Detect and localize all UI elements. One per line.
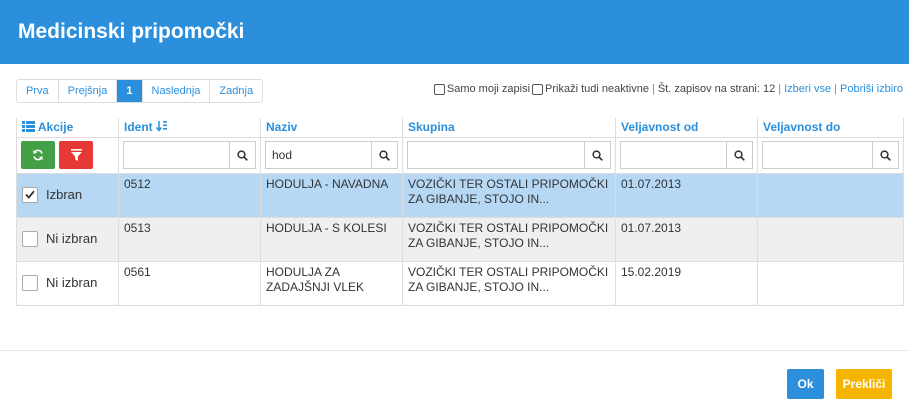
filter-ident-search-button[interactable] — [229, 142, 255, 168]
select-all-link[interactable]: Izberi vse — [784, 83, 831, 95]
pager-first-button[interactable]: Prva — [17, 80, 58, 102]
show-inactive-checkbox[interactable] — [532, 83, 544, 95]
cell-naziv: HODULJA ZA ZADAJŠNJI VLEK — [260, 260, 403, 306]
pager-last-button[interactable]: Zadnja — [209, 80, 262, 102]
sort-ascending-icon — [155, 121, 168, 132]
col-veljavnost-do-header[interactable]: Veljavnost do — [757, 118, 904, 138]
filter-skupina-box — [407, 141, 611, 169]
separator: | — [778, 83, 782, 95]
cell-ident: 0512 — [118, 172, 261, 218]
table-row[interactable]: Ni izbran 0561 HODULJA ZA ZADAJŠNJI VLEK… — [16, 260, 904, 306]
cell-ident: 0513 — [118, 216, 261, 262]
filter-veljavnost-do-cell — [757, 136, 904, 174]
cell-veljavnost-od: 01.07.2013 — [615, 172, 758, 218]
col-actions-label: Akcije — [37, 120, 74, 135]
filter-veljavnost-do-input[interactable] — [763, 142, 872, 168]
filter-actions-cell — [16, 136, 119, 174]
cell-veljavnost-do — [757, 260, 904, 306]
filter-skupina-cell — [402, 136, 616, 174]
row-checkbox[interactable] — [22, 186, 38, 203]
filter-veljavnost-od-search-button[interactable] — [726, 142, 752, 168]
cell-veljavnost-od: 01.07.2013 — [615, 216, 758, 262]
footer-divider — [0, 350, 909, 351]
toolbar: Prva Prejšnja 1 Naslednja Zadnja Samo mo… — [16, 79, 903, 103]
filter-skupina-search-button[interactable] — [584, 142, 610, 168]
only-mine-checkbox[interactable] — [433, 83, 445, 95]
filter-veljavnost-od-input[interactable] — [621, 142, 726, 168]
row-selection-label: Ni izbran — [46, 231, 98, 246]
filter-veljavnost-od-box — [620, 141, 753, 169]
row-select-cell: Izbran — [16, 172, 119, 218]
row-checkbox[interactable] — [22, 274, 38, 291]
cell-skupina: VOZIČKI TER OSTALI PRIPOMOČKI ZA GIBANJE… — [402, 216, 616, 262]
list-options: Samo moji zapisi Prikaži tudi neaktivne … — [433, 83, 903, 95]
only-mine-label: Samo moji zapisi — [446, 83, 531, 95]
filter-veljavnost-do-box — [762, 141, 899, 169]
filter-veljavnost-do-search-button[interactable] — [872, 142, 898, 168]
search-icon — [379, 149, 390, 161]
ok-button[interactable]: Ok — [787, 369, 824, 399]
filter-row — [16, 136, 904, 174]
filter-icon — [70, 149, 82, 161]
row-selection-label: Izbran — [46, 187, 83, 202]
pager-prev-button[interactable]: Prejšnja — [57, 80, 117, 102]
show-inactive-label: Prikaži tudi neaktivne — [545, 83, 649, 95]
table-row[interactable]: Ni izbran 0513 HODULJA - S KOLESI VOZIČK… — [16, 216, 904, 262]
col-actions-header: Akcije — [16, 118, 119, 138]
row-checkbox[interactable] — [22, 230, 38, 247]
cancel-button[interactable]: Prekliči — [836, 369, 892, 399]
per-page-info: Št. zapisov na strani: 12 — [657, 83, 776, 95]
table-header: Akcije Ident Naziv Skupina Veljavnost od… — [16, 118, 904, 138]
separator: | — [651, 83, 655, 95]
filter-veljavnost-od-cell — [615, 136, 758, 174]
cell-veljavnost-od: 15.02.2019 — [615, 260, 758, 306]
search-icon — [592, 149, 603, 161]
clear-selection-link[interactable]: Pobriši izbiro — [840, 83, 903, 95]
row-select-cell: Ni izbran — [16, 216, 119, 262]
pager-next-button[interactable]: Naslednja — [141, 80, 210, 102]
pagination: Prva Prejšnja 1 Naslednja Zadnja — [16, 79, 264, 103]
row-select-cell: Ni izbran — [16, 260, 119, 306]
col-ident-header[interactable]: Ident — [118, 118, 261, 138]
filter-ident-input[interactable] — [124, 142, 229, 168]
dialog-header: Medicinski pripomočki — [0, 0, 909, 64]
filter-naziv-box — [265, 141, 398, 169]
cell-naziv: HODULJA - NAVADNA — [260, 172, 403, 218]
search-icon — [734, 149, 745, 161]
cell-ident: 0561 — [118, 260, 261, 306]
col-ident-label: Ident — [124, 120, 153, 135]
filter-skupina-input[interactable] — [408, 142, 584, 168]
cell-veljavnost-do — [757, 216, 904, 262]
filter-ident-cell — [118, 136, 261, 174]
cell-veljavnost-do — [757, 172, 904, 218]
list-icon — [22, 121, 35, 133]
dialog-title: Medicinski pripomočki — [18, 20, 245, 43]
filter-naziv-input[interactable] — [266, 142, 371, 168]
pager-current-page[interactable]: 1 — [116, 80, 142, 102]
clear-filter-button[interactable] — [59, 141, 93, 169]
refresh-button[interactable] — [21, 141, 55, 169]
refresh-icon — [33, 149, 43, 161]
table-row[interactable]: Izbran 0512 HODULJA - NAVADNA VOZIČKI TE… — [16, 172, 904, 218]
cell-skupina: VOZIČKI TER OSTALI PRIPOMOČKI ZA GIBANJE… — [402, 172, 616, 218]
filter-naziv-cell — [260, 136, 403, 174]
filter-ident-box — [123, 141, 256, 169]
col-veljavnost-od-header[interactable]: Veljavnost od — [615, 118, 758, 138]
cell-skupina: VOZIČKI TER OSTALI PRIPOMOČKI ZA GIBANJE… — [402, 260, 616, 306]
records-table: Akcije Ident Naziv Skupina Veljavnost od… — [16, 118, 904, 306]
col-naziv-header[interactable]: Naziv — [260, 118, 403, 138]
checkmark-icon — [25, 190, 35, 199]
cell-naziv: HODULJA - S KOLESI — [260, 216, 403, 262]
search-icon — [237, 149, 248, 161]
filter-naziv-search-button[interactable] — [371, 142, 397, 168]
row-selection-label: Ni izbran — [46, 275, 98, 290]
separator: | — [834, 83, 838, 95]
search-icon — [880, 149, 891, 161]
col-skupina-header[interactable]: Skupina — [402, 118, 616, 138]
